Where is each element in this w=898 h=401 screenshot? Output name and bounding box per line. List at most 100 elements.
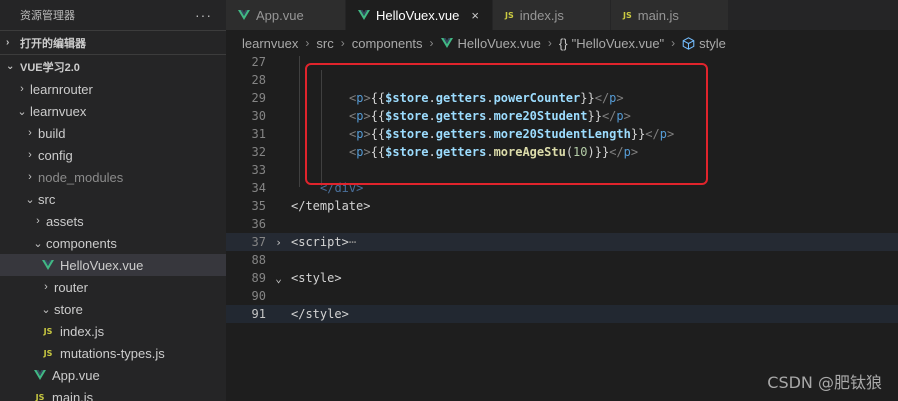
chevron-right-icon: › <box>28 171 32 183</box>
tree-item-hellovuex-vue[interactable]: HelloVuex.vue <box>0 254 226 276</box>
code-text: </template> <box>291 199 371 213</box>
tree-item-build[interactable]: › build <box>0 122 226 144</box>
chevron-right-icon: › <box>6 37 10 48</box>
js-icon: JS <box>43 348 53 358</box>
tree-item-label: router <box>54 279 88 295</box>
line-number: 37 <box>251 235 266 249</box>
code-text: <script>⋯ <box>291 235 357 249</box>
tree-item-config[interactable]: › config <box>0 144 226 166</box>
line-number: 30 <box>251 109 266 123</box>
js-icon: JS <box>505 10 514 20</box>
js-icon: JS <box>35 392 45 401</box>
breadcrumb-item[interactable]: learnvuex <box>242 36 298 51</box>
chevron-down-icon: ⌄ <box>41 303 51 316</box>
chevron-down-icon: ⌄ <box>25 193 35 206</box>
js-icon: JS <box>43 326 53 336</box>
code-text: <style> <box>291 271 342 285</box>
tree-item-label: build <box>38 125 66 141</box>
chevron-right-icon: › <box>44 281 48 293</box>
cube-icon <box>682 36 695 50</box>
tree-item-src[interactable]: ⌄ src <box>0 188 226 210</box>
tree-item-label: App.vue <box>52 367 100 383</box>
line-number: 27 <box>251 55 266 69</box>
line-number: 31 <box>251 127 266 141</box>
tree-item-router[interactable]: › router <box>0 276 226 298</box>
tab-label: App.vue <box>256 7 304 23</box>
tree-item-label: config <box>38 147 73 163</box>
line-number: 89 <box>251 271 266 285</box>
tree-item-label: HelloVuex.vue <box>60 257 144 273</box>
breadcrumb-item[interactable]: style <box>699 36 726 51</box>
code-line: 37 › <script>⋯ <box>226 233 898 251</box>
line-number: 88 <box>251 253 266 267</box>
explorer-sidebar: 资源管理器 ··· › 打开的编辑器 ⌄ VUE学习2.0 › learnrou… <box>0 0 226 401</box>
chevron-right-icon: › <box>429 36 434 50</box>
fold-collapsed-icon[interactable]: › <box>266 236 291 249</box>
line-number: 35 <box>251 199 266 213</box>
tree-item-main-js[interactable]: JS main.js <box>0 386 226 401</box>
tab-app-vue[interactable]: App.vue <box>226 0 346 30</box>
tab-label: HelloVuex.vue <box>376 7 460 23</box>
workspace-section[interactable]: ⌄ VUE学习2.0 <box>0 54 226 78</box>
tab-label: index.js <box>519 7 564 23</box>
more-actions-icon[interactable]: ··· <box>195 7 212 23</box>
breadcrumb-item[interactable]: src <box>316 36 333 51</box>
open-editors-section[interactable]: › 打开的编辑器 <box>0 30 226 54</box>
braces-icon: {} <box>558 35 568 51</box>
breadcrumb-item[interactable]: components <box>352 36 423 51</box>
code-editor[interactable]: 27 28 29 <p>{{$store.getters.powerCounte… <box>226 55 898 401</box>
tree-item-store[interactable]: ⌄ store <box>0 298 226 320</box>
code-line: 35 </template> <box>226 197 898 215</box>
close-icon[interactable]: × <box>471 8 479 23</box>
code-text: </style> <box>291 307 349 321</box>
vue-icon <box>440 38 453 48</box>
chevron-down-icon: ⌄ <box>17 105 27 118</box>
tree-item-label: learnvuex <box>30 103 87 119</box>
tree-item-index-js[interactable]: JS index.js <box>0 320 226 342</box>
tree-item-node-modules[interactable]: › node_modules <box>0 166 226 188</box>
chevron-right-icon: › <box>36 215 40 227</box>
vue-icon <box>238 10 250 20</box>
tree-item-label: index.js <box>60 323 105 339</box>
breadcrumb-item[interactable]: HelloVuex.vue <box>458 36 541 51</box>
chevron-right-icon: › <box>340 36 345 50</box>
tree-item-label: src <box>38 191 56 207</box>
explorer-title: 资源管理器 <box>20 10 75 22</box>
breadcrumb-item[interactable]: "HelloVuex.vue" <box>572 36 665 51</box>
tree-item-label: mutations-types.js <box>60 345 165 361</box>
code-line-current: 91 </style> <box>226 305 898 323</box>
tree-item-mutations-types-js[interactable]: JS mutations-types.js <box>0 342 226 364</box>
tree-item-learnrouter[interactable]: › learnrouter <box>0 78 226 100</box>
tree-item-label: node_modules <box>38 169 124 185</box>
tab-main-js[interactable]: JS main.js <box>611 0 729 30</box>
line-number: 90 <box>251 289 266 303</box>
chevron-right-icon: › <box>20 83 24 95</box>
line-number: 28 <box>251 73 266 87</box>
annotation-highlight-box <box>305 63 708 185</box>
fold-expanded-icon[interactable]: ⌄ <box>266 272 291 285</box>
tree-item-app-vue[interactable]: App.vue <box>0 364 226 386</box>
open-editors-label: 打开的编辑器 <box>20 37 86 50</box>
tree-item-components[interactable]: ⌄ components <box>0 232 226 254</box>
chevron-right-icon: › <box>305 36 310 50</box>
tree-item-learnvuex[interactable]: ⌄ learnvuex <box>0 100 226 122</box>
tab-hellovuex-vue[interactable]: HelloVuex.vue × <box>346 0 493 30</box>
editor-tabs: App.vue HelloVuex.vue × JS index.js JS m… <box>226 0 898 30</box>
tree-item-label: learnrouter <box>30 81 93 97</box>
tree-item-assets[interactable]: › assets <box>0 210 226 232</box>
vue-icon <box>40 260 56 270</box>
code-line: 90 <box>226 287 898 305</box>
workspace-label: VUE学习2.0 <box>20 61 80 74</box>
vue-icon <box>358 10 370 20</box>
explorer-header: 资源管理器 ··· <box>0 0 226 30</box>
tab-index-js[interactable]: JS index.js <box>493 0 611 30</box>
chevron-down-icon: ⌄ <box>6 61 15 72</box>
code-line: 36 <box>226 215 898 233</box>
tree-item-label: components <box>46 235 117 251</box>
watermark: CSDN @肥钛狼 <box>767 373 882 392</box>
line-number: 91 <box>251 307 266 321</box>
code-line: 88 <box>226 251 898 269</box>
tree-item-label: store <box>54 301 83 317</box>
folded-ellipsis-icon: ⋯ <box>348 235 357 249</box>
chevron-right-icon: › <box>28 127 32 139</box>
